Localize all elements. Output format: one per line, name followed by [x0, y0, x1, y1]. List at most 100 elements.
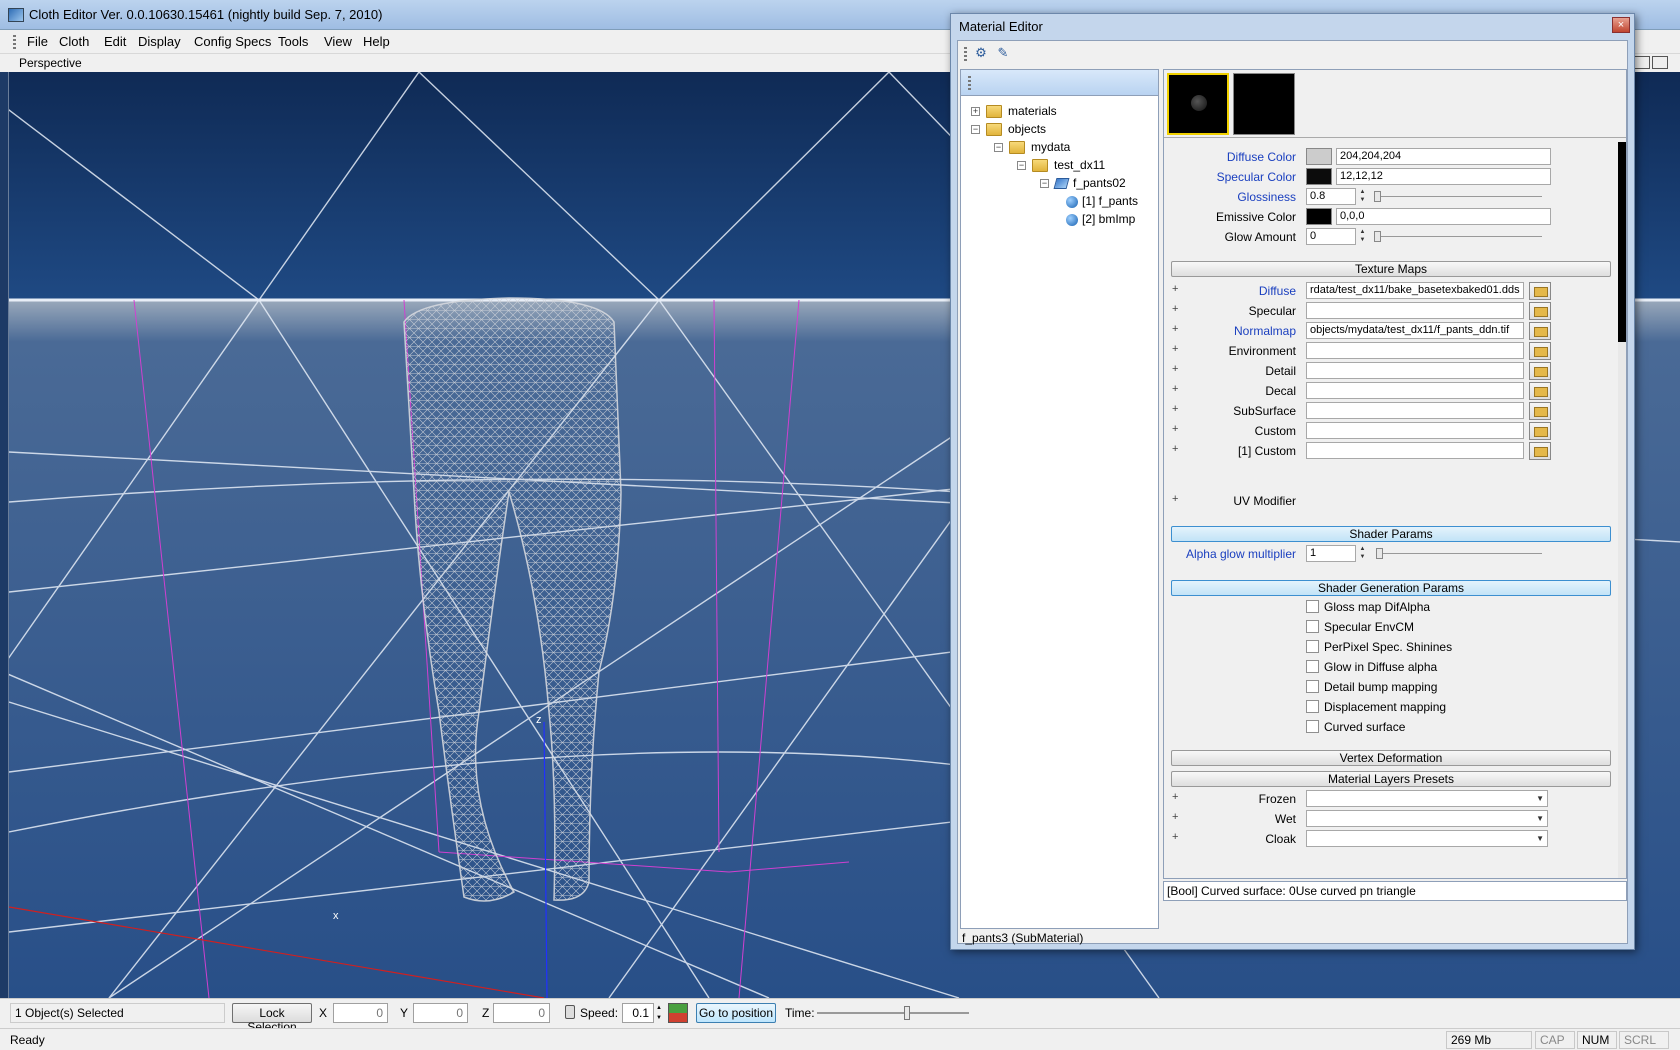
material-layer-dropdown[interactable]: ▼ — [1306, 830, 1548, 847]
tree-item-materials[interactable]: + materials — [971, 104, 1057, 122]
shader-option-label[interactable]: Glow in Diffuse alpha — [1324, 660, 1437, 674]
vertex-deformation-header[interactable]: Vertex Deformation — [1171, 750, 1611, 766]
shader-option-checkbox[interactable] — [1306, 640, 1319, 653]
specular-color-swatch[interactable] — [1306, 168, 1332, 185]
specular-color-label[interactable]: Specular Color — [1217, 170, 1296, 184]
shader-option-label[interactable]: PerPixel Spec. Shinines — [1324, 640, 1452, 654]
menu-display[interactable]: Display — [138, 34, 181, 49]
tree-item-test-dx11[interactable]: − test_dx11 — [1017, 158, 1105, 176]
shader-option-checkbox[interactable] — [1306, 680, 1319, 693]
material-layer-dropdown[interactable]: ▼ — [1306, 810, 1548, 827]
texture-map-path-input[interactable] — [1306, 422, 1524, 439]
menu-config-specs[interactable]: Config Specs — [194, 34, 271, 49]
texture-maps-header[interactable]: Texture Maps — [1171, 261, 1611, 277]
shader-option-label[interactable]: Detail bump mapping — [1324, 680, 1437, 694]
shader-option-checkbox[interactable] — [1306, 720, 1319, 733]
menu-help[interactable]: Help — [363, 34, 390, 49]
material-preview-texture[interactable] — [1233, 73, 1295, 135]
menu-file[interactable]: File — [27, 34, 48, 49]
slider-knob[interactable] — [1374, 191, 1381, 202]
shader-option-label[interactable]: Specular EnvCM — [1324, 620, 1414, 634]
glossiness-spinner[interactable]: ▲ ▼ — [1358, 188, 1367, 205]
texture-map-path-input[interactable] — [1306, 382, 1524, 399]
expand-icon[interactable]: + — [1172, 284, 1181, 295]
shader-option-checkbox[interactable] — [1306, 700, 1319, 713]
shader-params-header[interactable]: Shader Params — [1171, 526, 1611, 542]
browse-folder-icon[interactable] — [1529, 402, 1551, 420]
shader-option-checkbox[interactable] — [1306, 600, 1319, 613]
tree-item-mydata[interactable]: − mydata — [994, 140, 1070, 158]
alpha-glow-spinner[interactable]: ▲ ▼ — [1358, 545, 1367, 562]
expand-icon[interactable]: + — [1172, 384, 1181, 395]
expand-icon[interactable]: + — [1172, 812, 1181, 823]
browse-folder-icon[interactable] — [1529, 302, 1551, 320]
glow-amount-input[interactable]: 0 — [1306, 228, 1356, 245]
texture-map-label[interactable]: Normalmap — [1234, 324, 1296, 338]
viewport-minimize-icon[interactable] — [1634, 56, 1650, 69]
shader-generation-header[interactable]: Shader Generation Params — [1171, 580, 1611, 596]
menu-cloth[interactable]: Cloth — [59, 34, 89, 49]
lock-selection-button[interactable]: Lock Selection — [232, 1003, 312, 1034]
material-layers-header[interactable]: Material Layers Presets — [1171, 771, 1611, 787]
material-tree[interactable]: + materials − objects − mydata − test_dx11 −… — [960, 69, 1159, 929]
texture-map-path-input[interactable] — [1306, 402, 1524, 419]
collapse-icon[interactable]: − — [994, 143, 1003, 153]
speed-spinner[interactable]: ▲ ▼ — [655, 1003, 663, 1023]
browse-folder-icon[interactable] — [1529, 362, 1551, 380]
emissive-color-swatch[interactable] — [1306, 208, 1332, 225]
lock-icon[interactable] — [565, 1005, 575, 1019]
expand-icon[interactable]: + — [1172, 424, 1181, 435]
chevron-down-icon[interactable]: ▼ — [1536, 834, 1544, 843]
shader-option-label[interactable]: Curved surface — [1324, 720, 1405, 734]
texture-map-path-input[interactable] — [1306, 442, 1524, 459]
menu-tools[interactable]: Tools — [278, 34, 308, 49]
browse-folder-icon[interactable] — [1529, 422, 1551, 440]
alpha-glow-slider[interactable] — [1376, 548, 1542, 559]
expand-icon[interactable]: + — [1172, 304, 1181, 315]
glossiness-input[interactable]: 0.8 — [1306, 188, 1356, 205]
close-icon[interactable]: × — [1612, 17, 1630, 33]
material-layer-dropdown[interactable]: ▼ — [1306, 790, 1548, 807]
screenshot-icon[interactable] — [668, 1003, 688, 1023]
browse-folder-icon[interactable] — [1529, 322, 1551, 340]
material-editor-title-bar[interactable]: Material Editor × — [951, 14, 1634, 38]
shader-option-label[interactable]: Gloss map DifAlpha — [1324, 600, 1430, 614]
browse-folder-icon[interactable] — [1529, 442, 1551, 460]
slider-knob[interactable] — [1374, 231, 1381, 242]
shader-option-checkbox[interactable] — [1306, 660, 1319, 673]
expand-icon[interactable]: + — [1172, 404, 1181, 415]
go-to-position-button[interactable]: Go to position — [696, 1003, 776, 1023]
glow-amount-slider[interactable] — [1374, 231, 1542, 242]
alpha-glow-input[interactable]: 1 — [1306, 545, 1356, 562]
time-slider-knob[interactable] — [904, 1006, 910, 1020]
diffuse-color-swatch[interactable] — [1306, 148, 1332, 165]
chevron-down-icon[interactable]: ▼ — [1536, 794, 1544, 803]
emissive-color-input[interactable]: 0,0,0 — [1336, 208, 1551, 225]
viewport-label[interactable]: Perspective — [19, 56, 82, 70]
tree-item-objects[interactable]: − objects — [971, 122, 1046, 140]
chevron-down-icon[interactable]: ▼ — [1536, 814, 1544, 823]
pick-material-icon[interactable]: ✎ — [993, 45, 1013, 63]
collapse-icon[interactable]: − — [1017, 161, 1026, 171]
collapse-icon[interactable]: − — [971, 125, 980, 135]
x-coord-input[interactable]: 0 — [333, 1003, 388, 1023]
texture-map-path-input[interactable] — [1306, 342, 1524, 359]
diffuse-color-label[interactable]: Diffuse Color — [1227, 150, 1296, 164]
y-coord-input[interactable]: 0 — [413, 1003, 468, 1023]
time-slider[interactable] — [817, 1006, 969, 1020]
texture-map-path-input[interactable]: rdata/test_dx11/bake_basetexbaked01.dds — [1306, 282, 1524, 299]
tree-item-submaterial-2[interactable]: [2] bmImp — [1066, 212, 1135, 230]
expand-icon[interactable]: + — [1172, 832, 1181, 843]
viewport-restore-icon[interactable] — [1652, 56, 1668, 69]
z-coord-input[interactable]: 0 — [493, 1003, 550, 1023]
slider-knob[interactable] — [1376, 548, 1383, 559]
scrollbar-thumb[interactable] — [1618, 142, 1626, 342]
texture-map-path-input[interactable] — [1306, 362, 1524, 379]
specular-color-input[interactable]: 12,12,12 — [1336, 168, 1551, 185]
tree-item-f-pants02[interactable]: − f_pants02 — [1040, 176, 1126, 194]
tree-item-submaterial-1[interactable]: [1] f_pants — [1066, 194, 1138, 212]
collapse-icon[interactable]: − — [1040, 179, 1049, 189]
shader-option-checkbox[interactable] — [1306, 620, 1319, 633]
menu-view[interactable]: View — [324, 34, 352, 49]
texture-map-path-input[interactable]: objects/mydata/test_dx11/f_pants_ddn.tif — [1306, 322, 1524, 339]
